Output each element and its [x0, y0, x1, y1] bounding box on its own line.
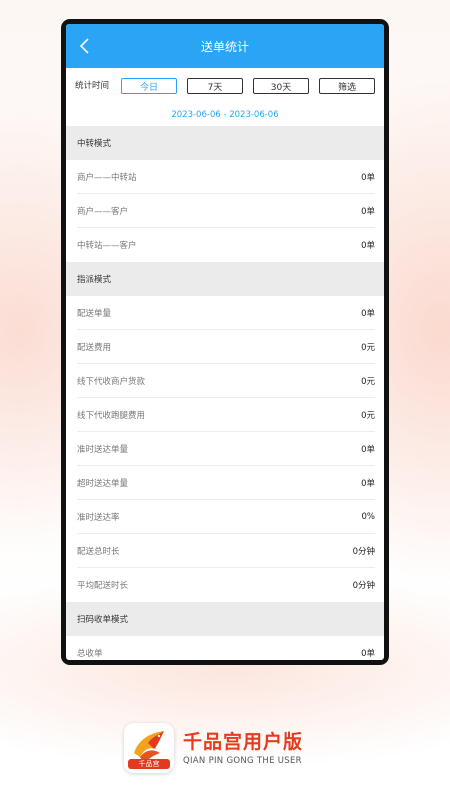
stat-row: 准时送达单量 0单 — [77, 432, 375, 466]
stat-label: 配送费用 — [77, 342, 112, 353]
stat-label: 线下代收跑腿费用 — [77, 410, 146, 421]
stat-value: 0单 — [361, 206, 375, 217]
stat-row: 中转站——客户 0单 — [77, 228, 375, 262]
navigation-bar: 送单统计 — [66, 24, 384, 68]
stat-label: 总收单 — [77, 649, 103, 659]
filter-custom-button[interactable]: 筛选 — [319, 78, 375, 94]
stat-row: 商户——中转站 0单 — [77, 160, 375, 194]
stat-label: 商户——客户 — [77, 206, 129, 217]
stat-value: 0单 — [361, 444, 375, 455]
stat-row: 超时送达单量 0单 — [77, 466, 375, 500]
stat-row: 线下代收商户货款 0元 — [77, 364, 375, 398]
stat-value: 0单 — [361, 241, 375, 251]
section-header: 扫码收单模式 — [66, 602, 384, 636]
app-icon-label: 千品宫 — [128, 759, 170, 769]
stat-label: 准时送达单量 — [77, 444, 129, 455]
stat-value: 0元 — [361, 410, 375, 421]
stat-label: 超时送达单量 — [77, 478, 129, 489]
section-header: 指派模式 — [66, 262, 384, 296]
stat-value: 0单 — [361, 172, 375, 183]
section-rows: 商户——中转站 0单 商户——客户 0单 中转站——客户 0单 — [66, 160, 384, 262]
brand-footer: 千品宫 千品宫用户版 QIAN PIN GONG THE USER — [124, 722, 303, 774]
stat-value: 0分钟 — [352, 546, 375, 557]
stat-value: 0单 — [361, 308, 375, 319]
brand-subtitle: QIAN PIN GONG THE USER — [183, 756, 302, 766]
stat-value: 0% — [361, 511, 376, 522]
section-rows: 配送单量 0单 配送费用 0元 线下代收商户货款 0元 线下代收跑腿费用 0元 准时送达单量 0单… — [66, 296, 384, 602]
stat-row: 配送费用 0元 — [77, 330, 375, 364]
time-filter: 统计时间 今日 7天 30天 筛选 — [66, 68, 384, 102]
stat-row: 平均配送时长 0分钟 — [77, 568, 375, 602]
stat-row: 线下代收跑腿费用 0元 — [77, 398, 375, 432]
stat-value: 0分钟 — [352, 581, 375, 591]
stat-row: 配送单量 0单 — [77, 296, 375, 330]
stat-label: 配送单量 — [77, 308, 112, 319]
filter-label: 统计时间 — [75, 81, 110, 91]
stat-label: 线下代收商户货款 — [77, 376, 146, 387]
stat-label: 配送总时长 — [77, 546, 120, 557]
app-screen: 送单统计 统计时间 今日 7天 30天 筛选 2023-06-06 - 2023… — [66, 24, 384, 660]
stat-label: 准时送达率 — [77, 512, 120, 523]
stat-row: 配送总时长 0分钟 — [77, 534, 375, 568]
section-header: 中转模式 — [66, 126, 384, 160]
filter-today-button[interactable]: 今日 — [121, 78, 177, 94]
stat-row: 准时送达率 0% — [77, 500, 375, 534]
page-title: 送单统计 — [200, 39, 249, 54]
back-icon[interactable] — [76, 35, 96, 57]
stat-label: 商户——中转站 — [77, 172, 137, 183]
stat-label: 平均配送时长 — [77, 581, 129, 591]
filter-30days-button[interactable]: 30天 — [253, 78, 309, 94]
stat-value: 0单 — [361, 649, 375, 659]
brand-name: 千品宫用户版 — [183, 731, 304, 753]
bird-logo-icon: 千品宫 — [124, 723, 174, 773]
stat-row: 总收单 0单 — [77, 636, 375, 660]
stat-value: 0元 — [361, 342, 375, 353]
stat-value: 0元 — [361, 376, 375, 387]
stat-value: 0单 — [361, 478, 375, 489]
filter-7days-button[interactable]: 7天 — [187, 78, 243, 94]
date-range: 2023-06-06 - 2023-06-06 — [171, 110, 279, 120]
stat-row: 商户——客户 0单 — [77, 194, 375, 228]
section-rows: 总收单 0单 — [66, 636, 384, 660]
stat-label: 中转站——客户 — [77, 241, 137, 251]
stats-list: 中转模式 商户——中转站 0单 商户——客户 0单 中转站——客户 0单 指派模式 配送单量 0单… — [66, 126, 384, 660]
